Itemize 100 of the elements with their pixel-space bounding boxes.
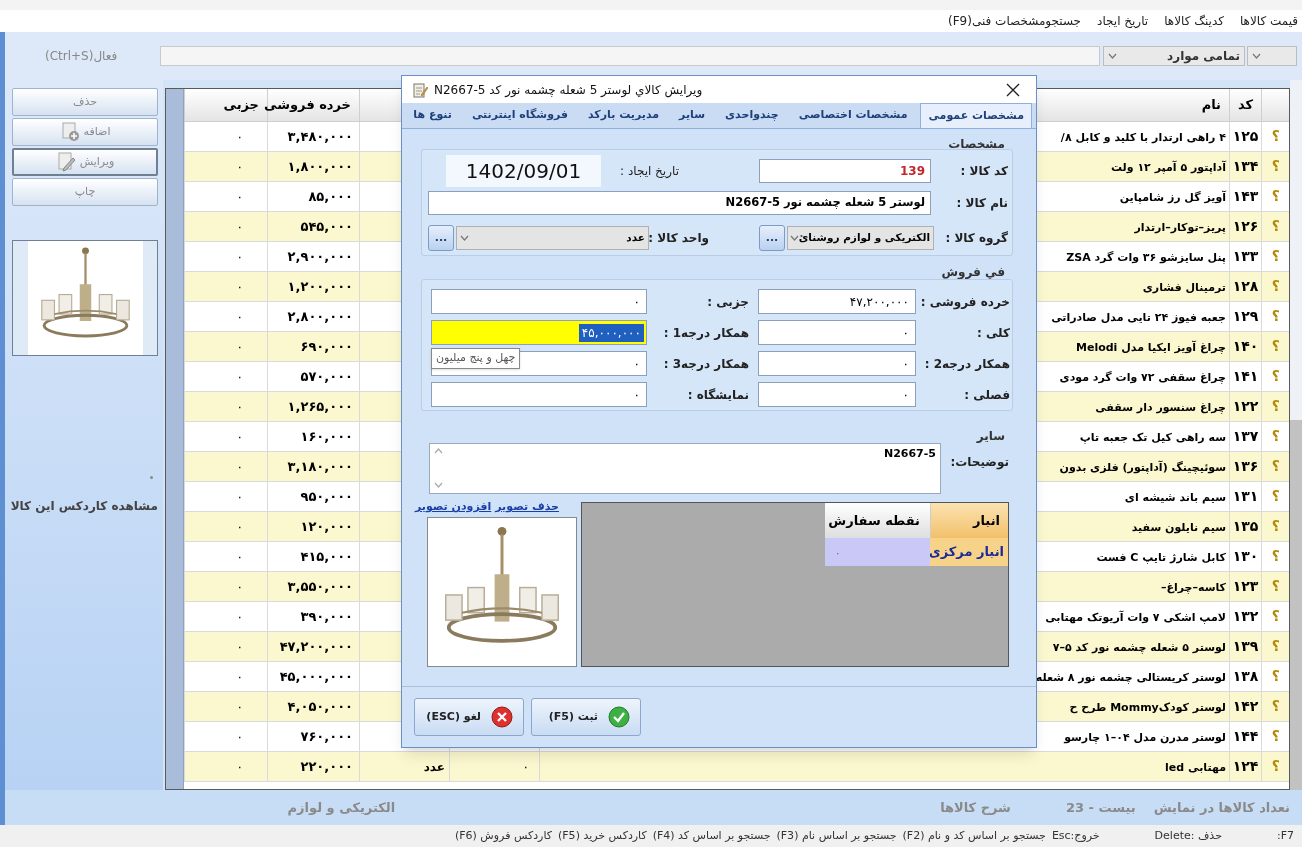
add-document-icon — [59, 122, 80, 142]
menu-item[interactable]: کدینگ کالاها — [1164, 12, 1224, 30]
table-cell-text: ۰ — [236, 220, 244, 234]
column-header[interactable]: کد — [1230, 95, 1261, 115]
dialog-button[interactable]: لغو (ESC) — [414, 698, 524, 736]
cancel-icon — [491, 706, 513, 728]
table-cell-text: کابل شارژ تایپ C فست — [1096, 551, 1227, 564]
dialog-button[interactable]: ثبت (F5) — [531, 698, 641, 736]
table-cell-text: ۱,۲۶۵,۰۰۰ — [287, 399, 354, 414]
table-cell: ؟ — [1271, 278, 1280, 294]
input-field[interactable]: ۰ — [758, 382, 916, 407]
table-cell-text: لوستر مدرن مدل ۰۴–۱ چارسو — [1064, 731, 1227, 744]
table-cell-text: عدد — [423, 760, 446, 774]
input-field[interactable]: ۰ — [758, 351, 916, 376]
table-cell: ؟ — [1271, 548, 1280, 564]
input-field[interactable]: ۰ — [431, 289, 647, 314]
input-field[interactable]: ۴۵,۰۰۰,۰۰۰ — [431, 320, 647, 345]
table-cell-text: ۴۷,۲۰۰,۰۰۰ — [279, 639, 354, 654]
table-cell-text: ۰ — [236, 490, 244, 504]
image-link[interactable]: افزودن تصویر — [414, 499, 492, 513]
menu-item[interactable]: قیمت کالاها — [1239, 12, 1298, 30]
table-cell: ؟ — [1271, 308, 1280, 324]
close-icon[interactable] — [1006, 82, 1020, 97]
table-cell-text: ۶۹۰,۰۰۰ — [300, 339, 354, 354]
table-cell: ۱۳۵ — [1232, 518, 1259, 534]
browse-button[interactable]: ... — [759, 225, 785, 251]
column-header[interactable]: نقطه سفارش — [825, 503, 930, 538]
dropdown[interactable] — [1247, 46, 1297, 66]
table-cell-text: پریز–توکار–ارتدار — [1134, 221, 1227, 234]
status-text: جستجو بر اساس نام (F3) — [776, 827, 897, 844]
table-cell: ؟ — [1271, 668, 1280, 684]
table-cell: ؟ — [1271, 368, 1280, 384]
notes-field[interactable]: N2667-5 — [429, 443, 941, 494]
cardex-link[interactable]: مشاهده کاردکس این کالا — [12, 497, 158, 515]
table-cell-text: ۱۶۰,۰۰۰ — [300, 429, 354, 444]
input-field[interactable]: ۰ — [431, 382, 647, 407]
table-cell: ۱۲۹ — [1232, 308, 1259, 324]
chevron-down-icon — [460, 235, 469, 241]
group-heading: مشخصات — [948, 136, 1006, 149]
tab[interactable]: مشخصات اختصاصی — [791, 103, 915, 128]
table-cell-text: ۰ — [236, 280, 244, 294]
count-label: نعداد کالاها در نمایش — [1153, 798, 1290, 817]
field-label: همکار درجه2 : — [923, 355, 1011, 373]
table-cell: ۱۴۰ — [1232, 338, 1259, 354]
table-cell: ۱۲۶ — [1232, 218, 1259, 234]
table-cell-text: لامپ اشکی ۷ وات آریوتک مهتابی — [1045, 611, 1227, 624]
dropdown[interactable]: الکتریکی و لوازم روشنائ — [787, 226, 934, 250]
input-field[interactable]: 139 — [759, 159, 931, 183]
scrollbar[interactable] — [166, 89, 184, 789]
table-cell-text: ۱,۸۰۰,۰۰۰ — [287, 159, 354, 174]
table-cell-text: ۹۵۰,۰۰۰ — [300, 489, 354, 504]
tab[interactable]: فروشگاه اینترنتی — [465, 103, 575, 128]
field-label: نام کالا : — [955, 195, 1009, 212]
column-header[interactable]: انبار — [930, 503, 1008, 538]
table-cell-text: سیم نایلون سفید — [1131, 521, 1227, 534]
chevron-down-icon — [1108, 53, 1117, 59]
dropdown[interactable]: عدد — [456, 226, 649, 250]
tab[interactable]: مشخصات عمومی — [920, 103, 1032, 128]
menu-item[interactable]: جستجومشخصات فنی(F9) — [948, 12, 1082, 30]
table-cell-text: ۳۹۰,۰۰۰ — [300, 609, 354, 624]
search-field[interactable] — [160, 46, 1100, 66]
bullet-icon — [150, 476, 153, 479]
filter-dropdown[interactable]: تمامی موارد — [1103, 46, 1245, 66]
field-label: همکار درجه1 : — [662, 324, 749, 342]
table-cell: ۱۴۴ — [1232, 728, 1259, 744]
field-label: فصلی : — [963, 386, 1011, 404]
dialog-title: ویرایش کالاي لوستر 5 شعله چشمه نور کد N2667-5 — [434, 81, 703, 99]
table-cell: ۱۳۴ — [1232, 158, 1259, 174]
chevron-down-icon — [1252, 53, 1261, 59]
table-cell: ؟ — [1271, 488, 1280, 504]
table-cell: ؟ — [1271, 218, 1280, 234]
table-cell: ۱۴۱ — [1232, 368, 1259, 384]
tab[interactable]: تنوع ها — [406, 103, 459, 128]
column-header[interactable]: نام — [1201, 97, 1229, 112]
table-cell-text: ترمینال فشاری — [1142, 281, 1227, 294]
scroll-up-icon[interactable] — [434, 448, 443, 454]
menu-item[interactable]: تاریخ ایجاد — [1097, 12, 1149, 30]
field-label: توضیحات: — [949, 454, 1010, 471]
table-cell-text: ۰ — [236, 670, 244, 684]
table-cell-text: ۰ — [522, 760, 530, 774]
table-cell: ۱۲۸ — [1232, 278, 1259, 294]
input-field[interactable]: لوستر 5 شعله چشمه نور N2667-5 — [428, 191, 931, 215]
table-cell: ۱۳۱ — [1232, 488, 1259, 504]
table-cell: ۱۳۷ — [1232, 428, 1259, 444]
tooltip: چهل و پنج میلیون — [431, 348, 521, 369]
tab[interactable]: چندواحدی — [718, 103, 786, 128]
input-field[interactable]: ۴۷,۲۰۰,۰۰۰ — [758, 289, 916, 314]
table-cell: ؟ — [1271, 758, 1280, 774]
scroll-down-icon[interactable] — [434, 482, 443, 488]
table-cell-text: ۰ — [236, 190, 244, 204]
image-link[interactable]: حذف تصویر — [495, 499, 559, 513]
tab[interactable]: سایر — [672, 103, 713, 128]
tab[interactable]: مدیریت بارکد — [581, 103, 667, 128]
browse-button[interactable]: ... — [428, 225, 454, 251]
table-cell: ؟ — [1271, 188, 1280, 204]
table-cell-text: ۲,۹۰۰,۰۰۰ — [287, 249, 354, 264]
input-field[interactable]: ۰ — [758, 320, 916, 345]
table-cell: ۱۳۹ — [1232, 638, 1259, 654]
column-header[interactable]: خرده فروشی — [264, 97, 359, 112]
table-cell-text: ۲۲۰,۰۰۰ — [300, 759, 354, 774]
